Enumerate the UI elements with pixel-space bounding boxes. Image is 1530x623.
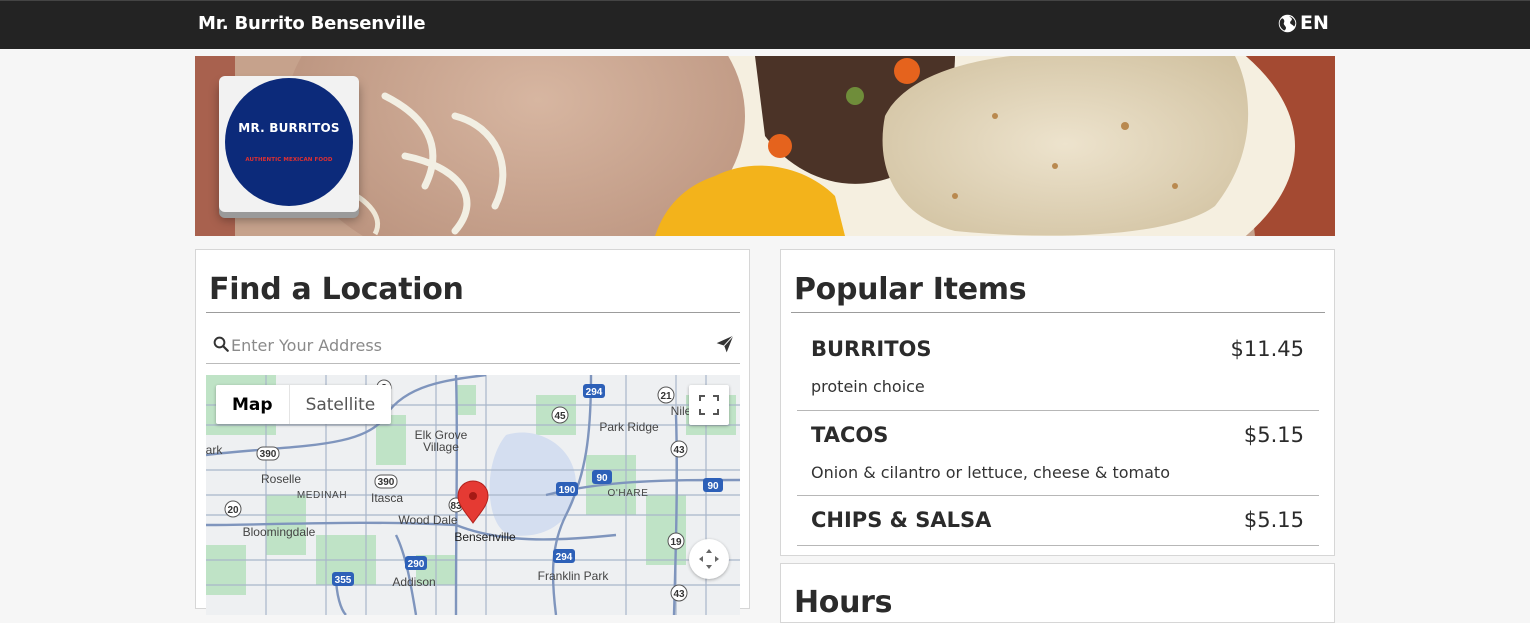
location-map[interactable]: 294 2 21 45 43 390 390 190 90 90 20 83 1… bbox=[206, 375, 740, 615]
fullscreen-icon bbox=[699, 395, 719, 415]
svg-text:Bloomingdale: Bloomingdale bbox=[243, 525, 316, 539]
pan-arrows-icon bbox=[699, 549, 719, 569]
svg-text:290: 290 bbox=[408, 559, 425, 570]
svg-text:ark: ark bbox=[206, 443, 223, 457]
popular-items-title: Popular Items bbox=[794, 272, 1027, 307]
svg-text:Village: Village bbox=[423, 440, 459, 454]
hero-banner bbox=[195, 56, 1335, 236]
menu-item-description: Onion & cilantro or lettuce, cheese & to… bbox=[811, 463, 1170, 482]
address-search bbox=[206, 330, 740, 364]
svg-text:Roselle: Roselle bbox=[261, 472, 301, 486]
svg-text:390: 390 bbox=[378, 477, 395, 488]
address-input[interactable] bbox=[231, 333, 711, 357]
svg-text:390: 390 bbox=[260, 449, 277, 460]
title-divider bbox=[206, 312, 740, 313]
svg-text:90: 90 bbox=[707, 481, 719, 492]
menu-item-name: TACOS bbox=[811, 423, 889, 447]
language-label: EN bbox=[1300, 12, 1329, 34]
logo-badge: MR. BURRITOS AUTHENTIC MEXICAN FOOD bbox=[225, 78, 353, 206]
menu-item-price: $11.45 bbox=[1230, 337, 1304, 361]
svg-text:43: 43 bbox=[673, 589, 685, 600]
svg-text:Wood Dale: Wood Dale bbox=[398, 513, 457, 527]
find-location-panel: Find a Location Enter Your Address 294 2… bbox=[195, 249, 750, 615]
svg-text:Park Ridge: Park Ridge bbox=[599, 420, 659, 434]
menu-item[interactable]: CHIPS & SALSA $5.15 bbox=[797, 495, 1319, 547]
svg-text:19: 19 bbox=[670, 537, 682, 548]
hours-title: Hours bbox=[794, 585, 893, 620]
restaurant-logo: MR. BURRITOS AUTHENTIC MEXICAN FOOD bbox=[219, 76, 359, 212]
menu-item[interactable]: BURRITOS $11.45 protein choice bbox=[797, 324, 1319, 412]
menu-item-price: $5.15 bbox=[1243, 508, 1304, 532]
top-bar: Mr. Burrito Bensenville EN bbox=[0, 0, 1530, 49]
camera-control-button[interactable] bbox=[689, 539, 729, 579]
svg-text:O'HARE: O'HARE bbox=[607, 488, 648, 499]
menu-item-description: protein choice bbox=[811, 377, 925, 396]
map-type-map-button[interactable]: Map bbox=[216, 385, 290, 424]
logo-name: MR. BURRITOS bbox=[238, 121, 340, 135]
title-divider bbox=[791, 312, 1325, 313]
language-selector[interactable]: EN bbox=[1277, 12, 1329, 34]
svg-text:294: 294 bbox=[556, 552, 573, 563]
fullscreen-button[interactable] bbox=[689, 385, 729, 425]
send-icon[interactable] bbox=[715, 334, 735, 354]
map-type-satellite-button[interactable]: Satellite bbox=[290, 385, 392, 424]
svg-text:45: 45 bbox=[554, 411, 566, 422]
svg-text:Itasca: Itasca bbox=[371, 491, 403, 505]
logo-tagline: AUTHENTIC MEXICAN FOOD bbox=[245, 157, 333, 163]
svg-text:43: 43 bbox=[673, 445, 685, 456]
svg-text:294: 294 bbox=[586, 387, 603, 398]
map-type-control: Map Satellite bbox=[216, 385, 392, 424]
hours-panel: Hours bbox=[780, 563, 1335, 623]
svg-text:Bensenville: Bensenville bbox=[454, 530, 516, 544]
menu-item-name: CHIPS & SALSA bbox=[811, 508, 992, 532]
svg-text:90: 90 bbox=[596, 473, 608, 484]
site-title[interactable]: Mr. Burrito Bensenville bbox=[198, 13, 426, 34]
popular-items-panel: Popular Items BURRITOS $11.45 protein ch… bbox=[780, 249, 1335, 556]
globe-icon bbox=[1278, 14, 1297, 32]
svg-text:Franklin Park: Franklin Park bbox=[538, 569, 610, 583]
food-photo bbox=[195, 56, 1335, 236]
svg-text:20: 20 bbox=[227, 505, 239, 516]
menu-item[interactable]: TACOS $5.15 Onion & cilantro or lettuce,… bbox=[797, 410, 1319, 498]
svg-text:MEDINAH: MEDINAH bbox=[297, 490, 347, 501]
svg-text:21: 21 bbox=[660, 391, 672, 402]
svg-text:190: 190 bbox=[559, 485, 576, 496]
menu-item-price: $5.15 bbox=[1243, 423, 1304, 447]
item-divider bbox=[797, 545, 1319, 546]
find-location-title: Find a Location bbox=[209, 272, 464, 307]
menu-item-name: BURRITOS bbox=[811, 337, 932, 361]
svg-text:355: 355 bbox=[335, 575, 352, 586]
search-icon bbox=[213, 336, 229, 352]
svg-text:Addison: Addison bbox=[392, 575, 435, 589]
